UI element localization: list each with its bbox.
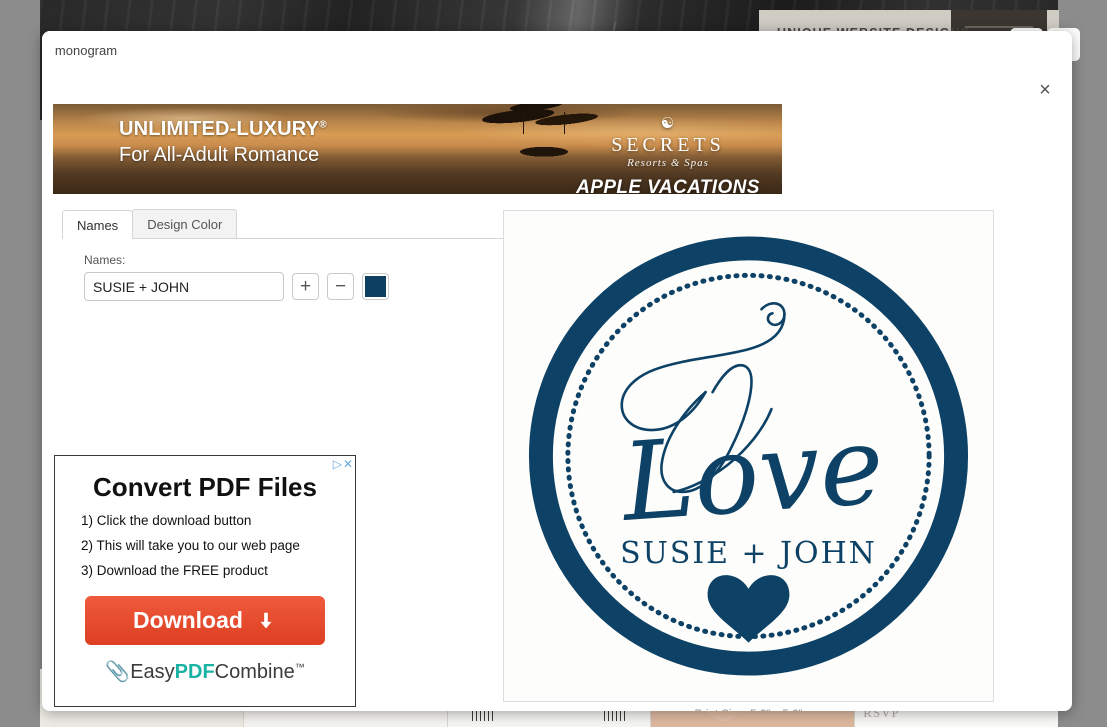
banner-headline-text: UNLIMITED-LUXURY (119, 118, 320, 140)
close-icon: × (1039, 79, 1051, 101)
ad-brand-prefix: Easy (130, 661, 175, 683)
tab-design-color-label: Design Color (147, 217, 223, 232)
ad-controls: ▷ ✕ (333, 458, 353, 470)
ad-brand-mid: PDF (174, 661, 215, 683)
sidebar-advertisement[interactable]: ▷ ✕ Convert PDF Files 1) Click the downl… (54, 455, 356, 707)
monogram-preview-panel[interactable]: Love SUSIE + JOHN (503, 210, 994, 702)
ad-headline: Convert PDF Files (93, 472, 317, 502)
banner-headline: UNLIMITED-LUXURY® (119, 118, 327, 141)
modal-tab-title[interactable]: monogram (42, 31, 130, 69)
ad-brand-lockup: 📎EasyPDFCombine™ (55, 659, 355, 684)
preview-names-text: SUSIE + JOHN (620, 536, 877, 571)
print-size-label: Print Size: 5.6" x 5.6" (503, 709, 994, 711)
add-name-button[interactable]: + (292, 273, 319, 300)
modal-body: × UNLIMITED-LUXURY® For All-Adult Romanc… (42, 69, 1072, 711)
tab-design-color[interactable]: Design Color (132, 209, 238, 238)
names-field-row: + − (84, 272, 522, 301)
tab-names[interactable]: Names (62, 210, 134, 239)
minus-icon: − (334, 276, 347, 297)
brand-tagline: Resorts & Spas (627, 157, 709, 169)
banner-brand-lockup: ☯ SECRETS Resorts & Spas APPLE VACATIONS (558, 115, 778, 194)
ad-step: 3) Download the FREE product (81, 563, 268, 578)
script-love-text: Love (616, 403, 887, 546)
plus-icon: + (299, 276, 312, 297)
banner-subheadline: For All-Adult Romance (119, 144, 320, 166)
names-field-label: Names: (84, 253, 126, 267)
monogram-editor-modal: monogram × UNLIMITED-LUXURY® For All-Adu… (42, 31, 1072, 711)
color-swatch-fill (365, 276, 386, 297)
trademark-mark: ™ (294, 662, 305, 674)
monogram-design: Love SUSIE + JOHN (504, 211, 993, 701)
modal-tab-label: monogram (54, 42, 118, 58)
brand-name: SECRETS (611, 134, 725, 156)
tab-names-label: Names (77, 218, 119, 233)
color-swatch-button[interactable] (362, 273, 389, 300)
adchoices-icon[interactable]: ▷ (333, 458, 342, 470)
ad-step: 1) Click the download button (81, 513, 252, 528)
download-arrow-icon (260, 612, 272, 628)
banner-advertisement[interactable]: UNLIMITED-LUXURY® For All-Adult Romance … (53, 104, 782, 194)
editor-panel: Names Design Color Names: + − (62, 209, 522, 301)
paperclip-icon: 📎 (105, 661, 131, 683)
names-input[interactable] (84, 272, 284, 301)
partner-brand: APPLE VACATIONS (576, 177, 760, 194)
editor-tabs: Names Design Color (62, 209, 514, 239)
ad-download-label: Download (133, 607, 243, 633)
registered-mark: ® (319, 119, 327, 131)
remove-name-button[interactable]: − (327, 273, 354, 300)
shell-icon: ☯ (660, 115, 676, 132)
ad-brand-suffix: Combine (214, 661, 295, 683)
ad-step: 2) This will take you to our web page (81, 538, 300, 553)
close-modal-button[interactable]: × (1032, 77, 1058, 103)
ad-download-button[interactable]: Download (85, 596, 325, 645)
close-ad-icon[interactable]: ✕ (343, 458, 353, 470)
